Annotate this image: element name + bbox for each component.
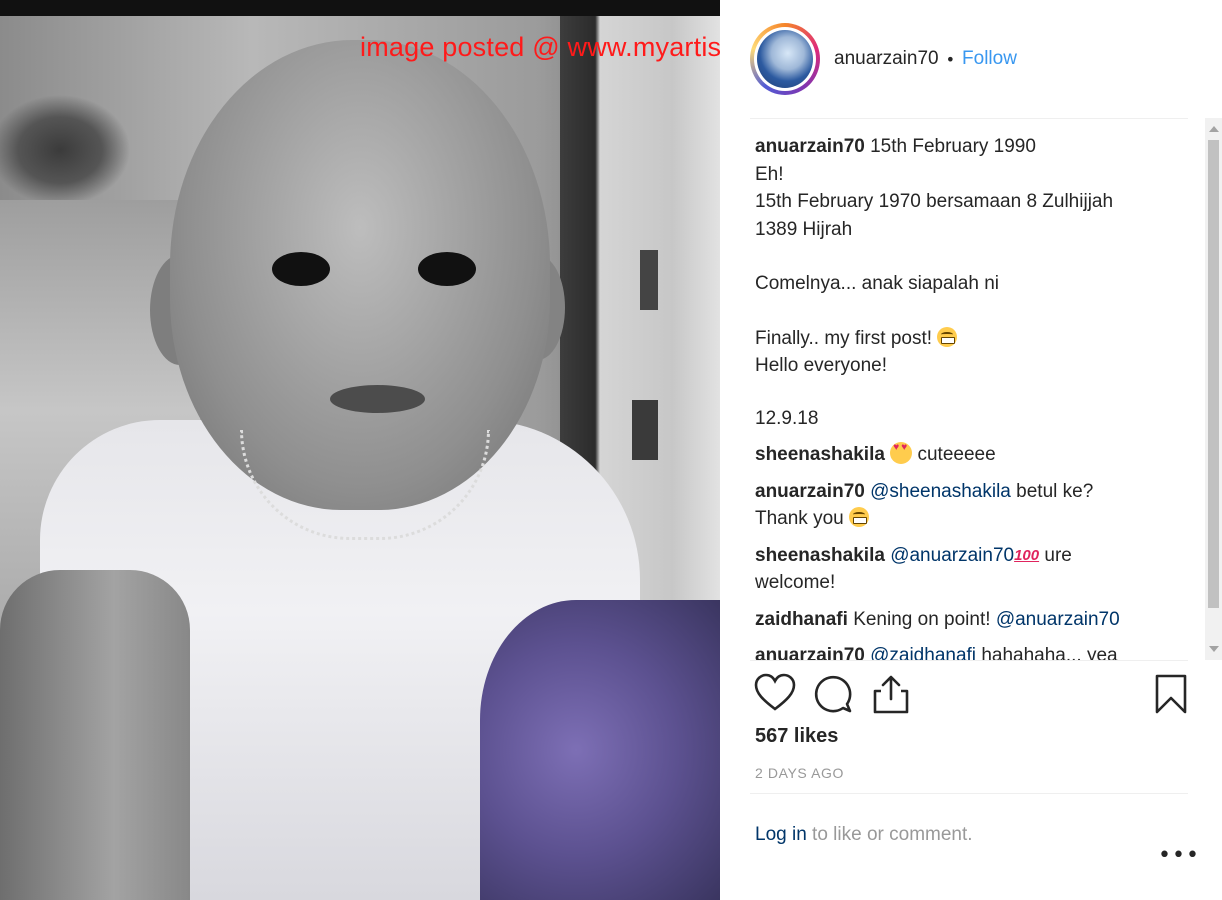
comment-text: cuteeeee — [917, 444, 996, 465]
caption-line: 1389 Hijrah — [755, 218, 853, 240]
avatar[interactable] — [754, 27, 816, 91]
caption-line: Hello everyone! — [755, 355, 888, 376]
comment-username[interactable]: sheenashakila — [755, 545, 885, 566]
photo-top-bar — [0, 0, 720, 16]
header-divider — [750, 118, 1188, 119]
comment-item: anuarzain70 @sheenashakila betul ke? Tha… — [755, 478, 1185, 533]
more-options-icon[interactable]: ••• — [1158, 845, 1199, 867]
photo-child-arm — [0, 570, 190, 900]
header-separator-dot: • — [945, 49, 956, 69]
photo-child-eye-left — [272, 252, 330, 286]
caption-username[interactable]: anuarzain70 — [755, 136, 865, 157]
speech-bubble-icon[interactable] — [811, 672, 855, 716]
login-link[interactable]: Log in — [755, 824, 807, 845]
comment-username[interactable]: zaidhanafi — [755, 609, 848, 630]
comment-text: Thank you — [755, 508, 844, 529]
comment-username[interactable]: anuarzain70 — [755, 645, 865, 660]
photo-door-hinge — [640, 250, 658, 310]
photo-child-eye-right — [418, 252, 476, 286]
scrollbar-thumb[interactable] — [1208, 140, 1219, 608]
caption-line: 15th February 1990 — [870, 136, 1036, 157]
bookmark-icon[interactable] — [1149, 672, 1193, 716]
hundred-points-emoji-icon: 100 — [1014, 546, 1040, 564]
post-caption: anuarzain70 15th February 1990 Eh! 15th … — [755, 133, 1185, 432]
comment-text: betul ke? — [1016, 480, 1094, 502]
action-bar — [753, 672, 1187, 716]
post-header: anuarzain70 • Follow — [750, 20, 1190, 98]
grin-emoji-icon — [937, 326, 958, 347]
comment-text: welcome! — [755, 572, 836, 593]
likes-count[interactable]: 567 likes — [755, 725, 838, 748]
comment-text: Kening on point! — [853, 608, 991, 630]
comment-mention[interactable]: @zaidhanafi — [870, 645, 976, 660]
comment-text: hahahaha... yea — [981, 645, 1118, 660]
photo-plant — [0, 60, 150, 200]
follow-button[interactable]: Follow — [962, 48, 1017, 70]
header-username[interactable]: anuarzain70 — [834, 48, 939, 70]
caption-gap — [755, 380, 1185, 407]
heart-outline-icon[interactable] — [753, 672, 797, 716]
caption-line: Comelnya... anak siapalah ni — [755, 273, 999, 294]
comments-divider — [750, 660, 1188, 661]
comment-username[interactable]: anuarzain70 — [755, 481, 865, 502]
comment-mention[interactable]: @anuarzain70 — [890, 545, 1014, 566]
comment-item: sheenashakila @anuarzain70100 ure welcom… — [755, 542, 1185, 597]
comment-username[interactable]: sheenashakila — [755, 444, 885, 465]
footer-divider — [750, 793, 1188, 794]
caption-line: Finally.. my first post! — [755, 327, 933, 349]
caption-gap — [755, 243, 1185, 270]
photo-purple-cloth — [480, 600, 720, 900]
scroll-down-arrow-icon[interactable] — [1209, 646, 1219, 652]
post-side-panel: anuarzain70 • Follow anuarzain70 15th Fe… — [720, 0, 1222, 900]
comment-item: sheenashakila cuteeeee — [755, 441, 1185, 469]
post-timestamp[interactable]: 2 DAYS AGO — [755, 765, 844, 781]
scroll-up-arrow-icon[interactable] — [1209, 126, 1219, 132]
heart-eyes-emoji-icon — [890, 442, 913, 464]
post-photo[interactable]: image posted @ www.myartis.com — [0, 0, 720, 900]
comment-item: anuarzain70 @zaidhanafi hahahaha... yea — [755, 642, 1185, 660]
comment-item: zaidhanafi Kening on point! @anuarzain70 — [755, 606, 1185, 634]
login-prompt: Log in to like or comment. — [755, 824, 973, 846]
caption-line: 15th February 1970 bersamaan 8 Zulhijjah — [755, 191, 1114, 212]
grin-emoji-icon — [849, 507, 870, 527]
comments-scrollbar[interactable] — [1205, 118, 1222, 660]
avatar-story-ring[interactable] — [750, 23, 820, 95]
share-upload-icon[interactable] — [869, 672, 913, 716]
comments-list[interactable]: anuarzain70 15th February 1990 Eh! 15th … — [755, 133, 1185, 660]
comment-mention[interactable]: @sheenashakila — [870, 481, 1011, 502]
photo-door-hinge-lower — [632, 400, 658, 460]
watermark-text: image posted @ www.myartis.com — [360, 32, 720, 62]
caption-gap — [755, 298, 1185, 325]
comment-mention[interactable]: @anuarzain70 — [996, 609, 1120, 630]
caption-line: Eh! — [755, 163, 784, 185]
comment-text: ure — [1044, 544, 1072, 566]
photo-child-mouth — [330, 385, 425, 413]
caption-line: 12.9.18 — [755, 407, 819, 429]
login-prompt-text: to like or comment. — [806, 824, 973, 845]
